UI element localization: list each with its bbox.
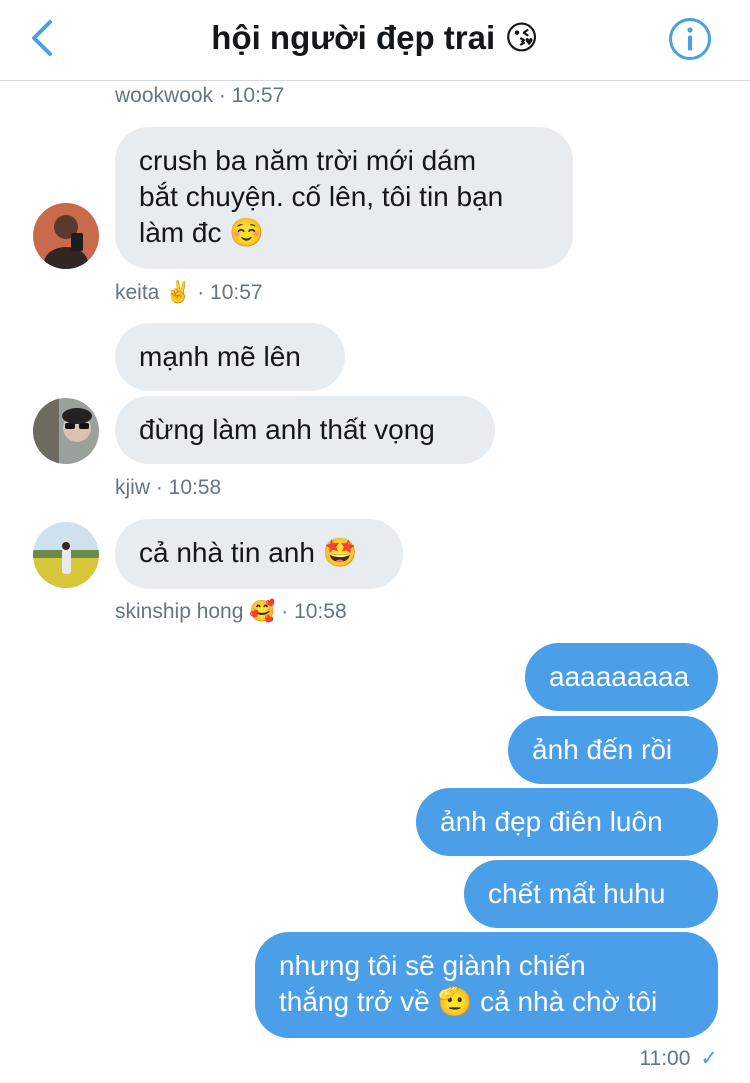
outgoing-message-bubble[interactable]: nhưng tôi sẽ giành chiến thắng trở về 🫡 … [255,932,718,1038]
outgoing-message-bubble[interactable]: ảnh đẹp điên luôn [416,788,718,856]
incoming-message-bubble[interactable]: đừng làm anh thất vọng [115,396,495,464]
message-text: chết mất huhu [488,878,666,909]
incoming-message-bubble[interactable]: crush ba năm trời mới dám bắt chuyện. cố… [115,127,573,269]
avatar[interactable] [33,522,99,588]
avatar[interactable] [33,398,99,464]
info-circle-icon [669,18,711,60]
outgoing-message-bubble[interactable]: ảnh đến rồi [508,716,718,784]
sent-time: 11:00 [639,1047,691,1070]
sender-name: skinship hong [115,600,244,623]
message-meta: skinship hong 🥰 · 10:58 [115,598,347,625]
kissing-face-emoji: 😘 [504,18,539,57]
message-text: ảnh đẹp điên luôn [440,806,663,837]
message-meta: keita ✌️ · 10:57 [115,279,263,306]
outgoing-message-bubble[interactable]: chết mất huhu [464,860,718,928]
conversation-title[interactable]: hội người đẹp trai 😘 [0,16,750,60]
message-text: thắng trở về [279,986,430,1017]
sent-status: 11:00 ✓ [639,1046,718,1072]
checkmark-icon: ✓ [700,1047,718,1070]
user-avatar-image [33,203,99,269]
sender-name: keita [115,281,160,304]
incoming-message-bubble[interactable]: cả nhà tin anh 🤩 [115,519,403,589]
message-text: làm đc [139,217,222,248]
message-text-line: nhưng tôi sẽ giành chiến [279,950,586,981]
conversation-title-text: hội người đẹp trai [211,19,496,56]
message-text-line: bắt chuyện. cố lên, tôi tin bạn [139,181,504,212]
outgoing-message-bubble[interactable]: aaaaaaaaa [525,643,718,711]
message-meta: kjiw · 10:58 [115,476,222,499]
user-avatar-image [33,398,99,464]
message-text: ảnh đến rồi [532,734,673,765]
user-avatar-image [33,522,99,588]
message-text: mạnh mẽ lên [139,341,301,372]
message-text-line: thắng trở về 🫡 cả nhà chờ tôi [279,984,694,1020]
message-text-line: làm đc ☺️ [139,215,549,251]
pointing-face-emoji: 🫡 [437,985,473,1018]
incoming-message-bubble[interactable]: mạnh mẽ lên [115,323,345,391]
message-text: đừng làm anh thất vọng [139,414,435,445]
avatar[interactable] [33,203,99,269]
message-time: · 10:57 [197,281,263,304]
chat-header: hội người đẹp trai 😘 [0,0,750,81]
message-text: cả nhà tin anh [139,537,315,568]
info-button[interactable] [667,16,713,62]
victory-hand-emoji: ✌️ [165,280,192,304]
message-meta: wookwook · 10:57 [115,84,285,107]
smiling-face-emoji: ☺️ [229,216,265,249]
message-time: · 10:58 [281,600,347,623]
smiling-face-with-hearts-emoji: 🥰 [249,599,276,623]
message-text: cả nhà chờ tôi [480,986,658,1017]
message-text-line: crush ba năm trời mới dám [139,145,477,176]
star-struck-emoji: 🤩 [322,536,358,569]
message-text: aaaaaaaaa [549,661,690,692]
